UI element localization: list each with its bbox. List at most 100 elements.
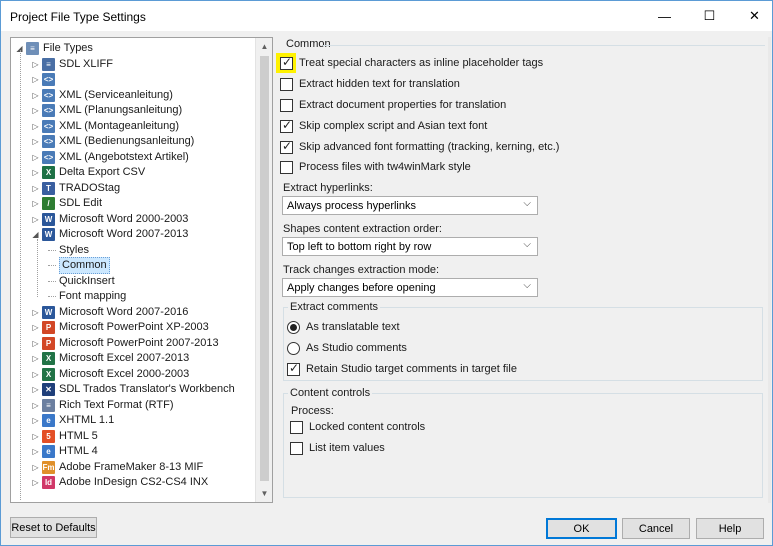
expand-icon[interactable]: ▷ <box>31 134 40 149</box>
expand-icon[interactable]: ▷ <box>31 57 40 72</box>
tree-item[interactable]: QuickInsert <box>48 274 115 289</box>
expand-icon[interactable]: ▷ <box>31 165 40 180</box>
expand-icon[interactable]: ▷ <box>31 103 40 118</box>
retain-comments-option[interactable]: ✓ Retain Studio target comments in target… <box>287 361 517 377</box>
checkbox[interactable] <box>280 160 293 174</box>
tree-item[interactable]: Styles <box>48 243 89 258</box>
tree-item[interactable]: ▷ T TRADOStag <box>31 181 120 196</box>
tree-item[interactable]: ▷ <> XML (Montageanleitung) <box>31 119 179 134</box>
common-option[interactable]: Extract document properties for translat… <box>280 97 506 113</box>
expand-icon[interactable]: ▷ <box>31 444 40 459</box>
expand-icon[interactable]: ▷ <box>31 305 40 320</box>
chevron-down-icon: ⌵ <box>523 198 531 209</box>
tree-item[interactable]: ▷ e HTML 4 <box>31 444 98 459</box>
shapes-value: Top left to bottom right by row <box>287 240 432 253</box>
common-option[interactable]: ✓ Skip advanced font formatting (tracking… <box>280 139 559 155</box>
hyperlinks-select[interactable]: Always process hyperlinks ⌵ <box>282 196 538 215</box>
ok-button[interactable]: OK <box>546 518 617 539</box>
expand-icon[interactable]: ▷ <box>31 351 40 366</box>
expand-icon[interactable]: ▷ <box>31 88 40 103</box>
checkbox[interactable]: ✓ <box>280 118 293 133</box>
radio-label: As translatable text <box>306 321 400 333</box>
tree-item[interactable]: ▷ ≡ SDL XLIFF <box>31 57 113 72</box>
expand-icon[interactable]: ▷ <box>31 196 40 211</box>
expand-icon[interactable]: ▷ <box>31 429 40 444</box>
expand-icon[interactable]: ▷ <box>31 150 40 165</box>
expand-icon[interactable]: ▷ <box>31 398 40 413</box>
radio-button[interactable] <box>287 341 300 355</box>
workbench-icon: ✕ <box>42 383 55 396</box>
checkbox[interactable] <box>290 420 303 434</box>
minimize-button[interactable]: — <box>642 1 687 31</box>
close-button[interactable]: ✕ <box>732 1 773 31</box>
framemaker-icon: Fm <box>42 460 55 474</box>
checkbox[interactable]: ✓ <box>287 361 300 376</box>
tree-item[interactable]: ◢ W Microsoft Word 2007-2013 <box>31 227 188 242</box>
tree-item[interactable]: ▷ ✕ SDL Trados Translator's Workbench <box>31 382 235 397</box>
tree-item[interactable]: ▷ <> <box>31 72 59 87</box>
scroll-thumb[interactable] <box>260 56 269 481</box>
expand-icon[interactable]: ▷ <box>31 382 40 397</box>
checkbox-label: Skip complex script and Asian text font <box>299 120 488 132</box>
track-changes-label: Track changes extraction mode: <box>283 264 440 276</box>
scroll-down-arrow[interactable]: ▼ <box>256 485 272 502</box>
tree-item[interactable]: ▷ P Microsoft PowerPoint 2007-2013 <box>31 336 219 351</box>
cancel-button[interactable]: Cancel <box>622 518 690 539</box>
tree-item[interactable]: ▷ 5 HTML 5 <box>31 429 98 444</box>
tree-item[interactable]: ▷ e XHTML 1.1 <box>31 413 114 428</box>
tree-item[interactable]: ▷ X Delta Export CSV <box>31 165 145 180</box>
checkbox[interactable] <box>280 77 293 91</box>
tree-item[interactable]: ▷ <> XML (Bedienungsanleitung) <box>31 134 194 149</box>
expand-icon[interactable]: ▷ <box>31 212 40 227</box>
tree-item[interactable]: ▷ Id Adobe InDesign CS2-CS4 INX <box>31 475 208 490</box>
content-control-option[interactable]: Locked content controls <box>290 419 425 435</box>
shapes-order-select[interactable]: Top left to bottom right by row ⌵ <box>282 237 538 256</box>
expand-icon[interactable]: ▷ <box>31 367 40 382</box>
track-changes-select[interactable]: Apply changes before opening ⌵ <box>282 278 538 297</box>
tree-item[interactable]: Common <box>48 257 110 274</box>
tree-item[interactable]: ▷ W Microsoft Word 2000-2003 <box>31 212 188 227</box>
expand-icon[interactable]: ▷ <box>31 181 40 196</box>
expand-icon[interactable]: ▷ <box>31 413 40 428</box>
tree-item[interactable]: ▷ Fm Adobe FrameMaker 8-13 MIF <box>31 460 203 475</box>
tree-item[interactable]: ◢ ≡ File Types <box>15 41 93 56</box>
expand-icon[interactable]: ▷ <box>31 119 40 134</box>
checkbox[interactable]: ✓ <box>280 55 293 70</box>
radio-button[interactable] <box>287 320 300 334</box>
tree-item[interactable]: ▷ P Microsoft PowerPoint XP-2003 <box>31 320 209 335</box>
tree-scrollbar[interactable]: ▲ ▼ <box>255 38 272 502</box>
file-types-tree[interactable]: ▲ ▼ ◢ ≡ File Types ▷ ≡ SDL XLIFF ▷ <> ▷ <> XML (Se… <box>10 37 273 503</box>
xliff-icon: ≡ <box>42 57 55 71</box>
tree-item[interactable]: Font mapping <box>48 289 126 304</box>
comments-radio-option[interactable]: As Studio comments <box>287 340 407 356</box>
expand-icon[interactable]: ▷ <box>31 460 40 475</box>
hyperlinks-label: Extract hyperlinks: <box>283 182 373 194</box>
scroll-up-arrow[interactable]: ▲ <box>256 38 272 55</box>
checkbox[interactable] <box>290 441 303 455</box>
checkbox[interactable] <box>280 98 293 112</box>
collapse-icon[interactable]: ◢ <box>31 227 40 242</box>
expand-icon[interactable]: ▷ <box>31 72 40 87</box>
comments-radio-option[interactable]: As translatable text <box>287 319 400 335</box>
tree-item[interactable]: ▷ X Microsoft Excel 2000-2003 <box>31 367 189 382</box>
expand-icon[interactable]: ▷ <box>31 336 40 351</box>
content-control-option[interactable]: List item values <box>290 440 385 456</box>
common-option[interactable]: ✓ Skip complex script and Asian text font <box>280 118 487 134</box>
tree-item[interactable]: ▷ W Microsoft Word 2007-2016 <box>31 305 188 320</box>
checkbox[interactable]: ✓ <box>280 139 293 154</box>
tree-item[interactable]: ▷ <> XML (Serviceanleitung) <box>31 88 173 103</box>
expand-icon[interactable]: ▷ <box>31 320 40 335</box>
common-option[interactable]: Extract hidden text for translation <box>280 76 460 92</box>
tree-item[interactable]: ▷ <> XML (Planungsanleitung) <box>31 103 182 118</box>
help-button[interactable]: Help <box>696 518 764 539</box>
expand-icon[interactable]: ▷ <box>31 475 40 490</box>
reset-to-defaults-button[interactable]: Reset to Defaults <box>10 517 97 538</box>
common-option[interactable]: Process files with tw4winMark style <box>280 159 471 175</box>
tree-item[interactable]: ▷ <> XML (Angebotstext Artikel) <box>31 150 189 165</box>
common-option[interactable]: ✓ Treat special characters as inline plac… <box>280 55 543 71</box>
tree-item-label: Rich Text Format (RTF) <box>59 398 174 411</box>
tree-item[interactable]: ▷ / SDL Edit <box>31 196 102 211</box>
maximize-button[interactable]: ☐ <box>687 1 732 31</box>
tree-item[interactable]: ▷ X Microsoft Excel 2007-2013 <box>31 351 189 366</box>
tree-item[interactable]: ▷ ≡ Rich Text Format (RTF) <box>31 398 174 413</box>
